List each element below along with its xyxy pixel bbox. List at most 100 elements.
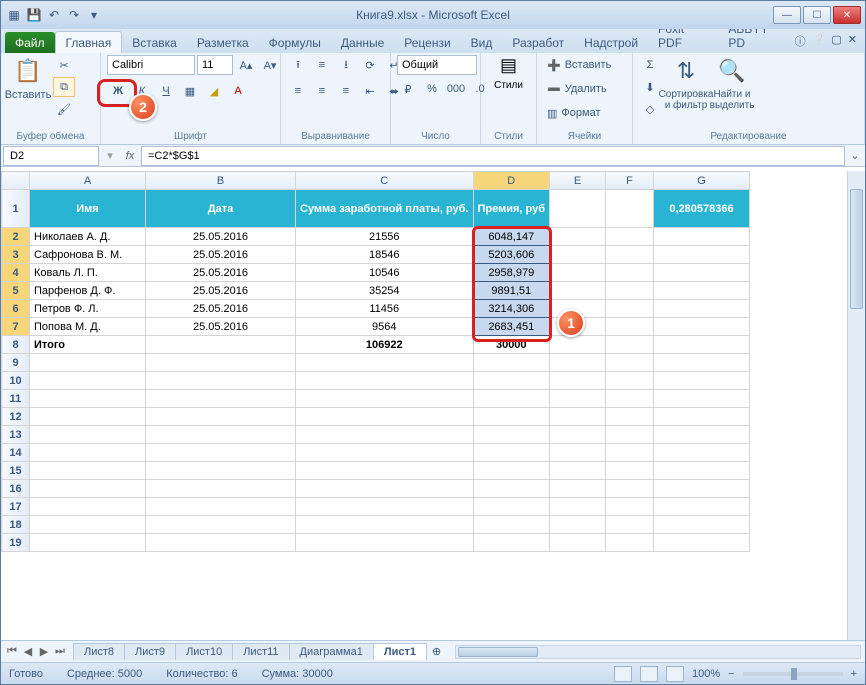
cell[interactable] — [654, 264, 750, 282]
name-box[interactable]: D2 — [3, 146, 99, 166]
expand-formula-bar-icon[interactable]: ⌄ — [845, 149, 865, 162]
cell[interactable] — [654, 300, 750, 318]
last-sheet-icon[interactable]: ⏭ — [53, 645, 67, 658]
normal-view-button[interactable] — [614, 666, 632, 682]
cell[interactable] — [30, 480, 146, 498]
cell[interactable] — [146, 408, 296, 426]
cell[interactable] — [550, 190, 606, 228]
close-workbook-icon[interactable]: ✕ — [848, 33, 857, 49]
header-cell[interactable]: Имя — [30, 190, 146, 228]
cell[interactable] — [606, 300, 654, 318]
cancel-formula-icon[interactable]: ▾ — [101, 149, 119, 162]
cell[interactable] — [30, 534, 146, 552]
cell[interactable] — [146, 498, 296, 516]
row-header[interactable]: 2 — [2, 228, 30, 246]
cell-g1[interactable]: 0,280578366 — [654, 190, 750, 228]
cell[interactable] — [30, 354, 146, 372]
cell[interactable] — [146, 426, 296, 444]
align-middle-icon[interactable]: ≡ — [311, 55, 333, 75]
cell-selected[interactable]: 2958,979 — [473, 264, 550, 282]
row-header[interactable]: 17 — [2, 498, 30, 516]
cell[interactable] — [606, 354, 654, 372]
tab-insert[interactable]: Вставка — [122, 32, 187, 53]
tab-addins[interactable]: Надстрой — [574, 32, 648, 53]
tab-file[interactable]: Файл — [5, 32, 55, 53]
row-header[interactable]: 16 — [2, 480, 30, 498]
row-header[interactable]: 10 — [2, 372, 30, 390]
vertical-scrollbar-thumb[interactable] — [850, 189, 863, 309]
cell[interactable] — [606, 264, 654, 282]
cell[interactable]: Сафронова В. М. — [30, 246, 146, 264]
cell[interactable] — [606, 444, 654, 462]
cell[interactable] — [473, 390, 550, 408]
cell-selected[interactable]: 9891,51 — [473, 282, 550, 300]
cell[interactable] — [296, 516, 474, 534]
number-format-combo[interactable]: Общий — [397, 55, 477, 75]
cell[interactable] — [146, 354, 296, 372]
cell[interactable] — [654, 372, 750, 390]
cell[interactable] — [473, 480, 550, 498]
cell[interactable] — [654, 282, 750, 300]
row-header[interactable]: 8 — [2, 336, 30, 354]
comma-icon[interactable]: 000 — [445, 79, 467, 99]
cell-selected[interactable]: 5203,606 — [473, 246, 550, 264]
cell[interactable] — [30, 372, 146, 390]
cell[interactable]: 25.05.2016 — [146, 228, 296, 246]
row-header[interactable]: 19 — [2, 534, 30, 552]
font-color-button[interactable]: A — [227, 81, 249, 101]
align-bottom-icon[interactable]: ⭳ — [335, 55, 357, 75]
zoom-slider[interactable] — [743, 672, 843, 676]
column-header[interactable]: C — [296, 172, 474, 190]
tab-home[interactable]: Главная — [55, 31, 123, 53]
header-cell[interactable]: Премия, руб — [473, 190, 550, 228]
align-right-icon[interactable]: ≡ — [335, 81, 357, 101]
cell[interactable]: Петров Ф. Л. — [30, 300, 146, 318]
cell[interactable] — [654, 228, 750, 246]
cell[interactable] — [654, 354, 750, 372]
tab-formulas[interactable]: Формулы — [259, 32, 331, 53]
zoom-out-icon[interactable]: − — [728, 668, 734, 680]
cell[interactable] — [473, 462, 550, 480]
cell[interactable] — [606, 390, 654, 408]
align-center-icon[interactable]: ≡ — [311, 81, 333, 101]
prev-sheet-icon[interactable]: ◀ — [21, 645, 35, 658]
worksheet-grid[interactable]: ABCDEFG1 Имя Дата Сумма заработной платы… — [1, 171, 847, 640]
cell[interactable] — [550, 480, 606, 498]
cell[interactable] — [146, 444, 296, 462]
tab-developer[interactable]: Разработ — [502, 32, 574, 53]
cell[interactable] — [550, 498, 606, 516]
row-header[interactable]: 13 — [2, 426, 30, 444]
cell[interactable]: Коваль Л. П. — [30, 264, 146, 282]
cell[interactable] — [550, 426, 606, 444]
cell[interactable] — [296, 534, 474, 552]
align-top-icon[interactable]: ⭱ — [287, 55, 309, 75]
row-header[interactable]: 9 — [2, 354, 30, 372]
cell[interactable] — [550, 246, 606, 264]
column-header[interactable]: D — [473, 172, 550, 190]
page-layout-view-button[interactable] — [640, 666, 658, 682]
column-header[interactable]: E — [550, 172, 606, 190]
format-painter-button[interactable]: 🖌 — [53, 99, 75, 119]
cell[interactable]: 106922 — [296, 336, 474, 354]
cell[interactable] — [654, 516, 750, 534]
cell[interactable] — [30, 408, 146, 426]
redo-icon[interactable]: ↷ — [65, 6, 83, 24]
cell[interactable] — [146, 372, 296, 390]
font-size-combo[interactable]: 11 — [197, 55, 233, 75]
qat-dropdown-icon[interactable]: ▾ — [85, 6, 103, 24]
zoom-in-icon[interactable]: + — [851, 668, 857, 680]
cell[interactable] — [654, 390, 750, 408]
cell[interactable] — [30, 426, 146, 444]
row-header[interactable]: 15 — [2, 462, 30, 480]
cell[interactable]: 9564 — [296, 318, 474, 336]
orientation-icon[interactable]: ⟳ — [359, 55, 381, 75]
cell[interactable] — [30, 516, 146, 534]
row-header[interactable]: 6 — [2, 300, 30, 318]
cell[interactable] — [606, 372, 654, 390]
cell[interactable] — [606, 498, 654, 516]
cell[interactable]: 25.05.2016 — [146, 264, 296, 282]
cell[interactable] — [473, 354, 550, 372]
autosum-icon[interactable]: Σ — [639, 55, 661, 75]
row-header[interactable]: 1 — [2, 190, 30, 228]
cell[interactable] — [146, 390, 296, 408]
